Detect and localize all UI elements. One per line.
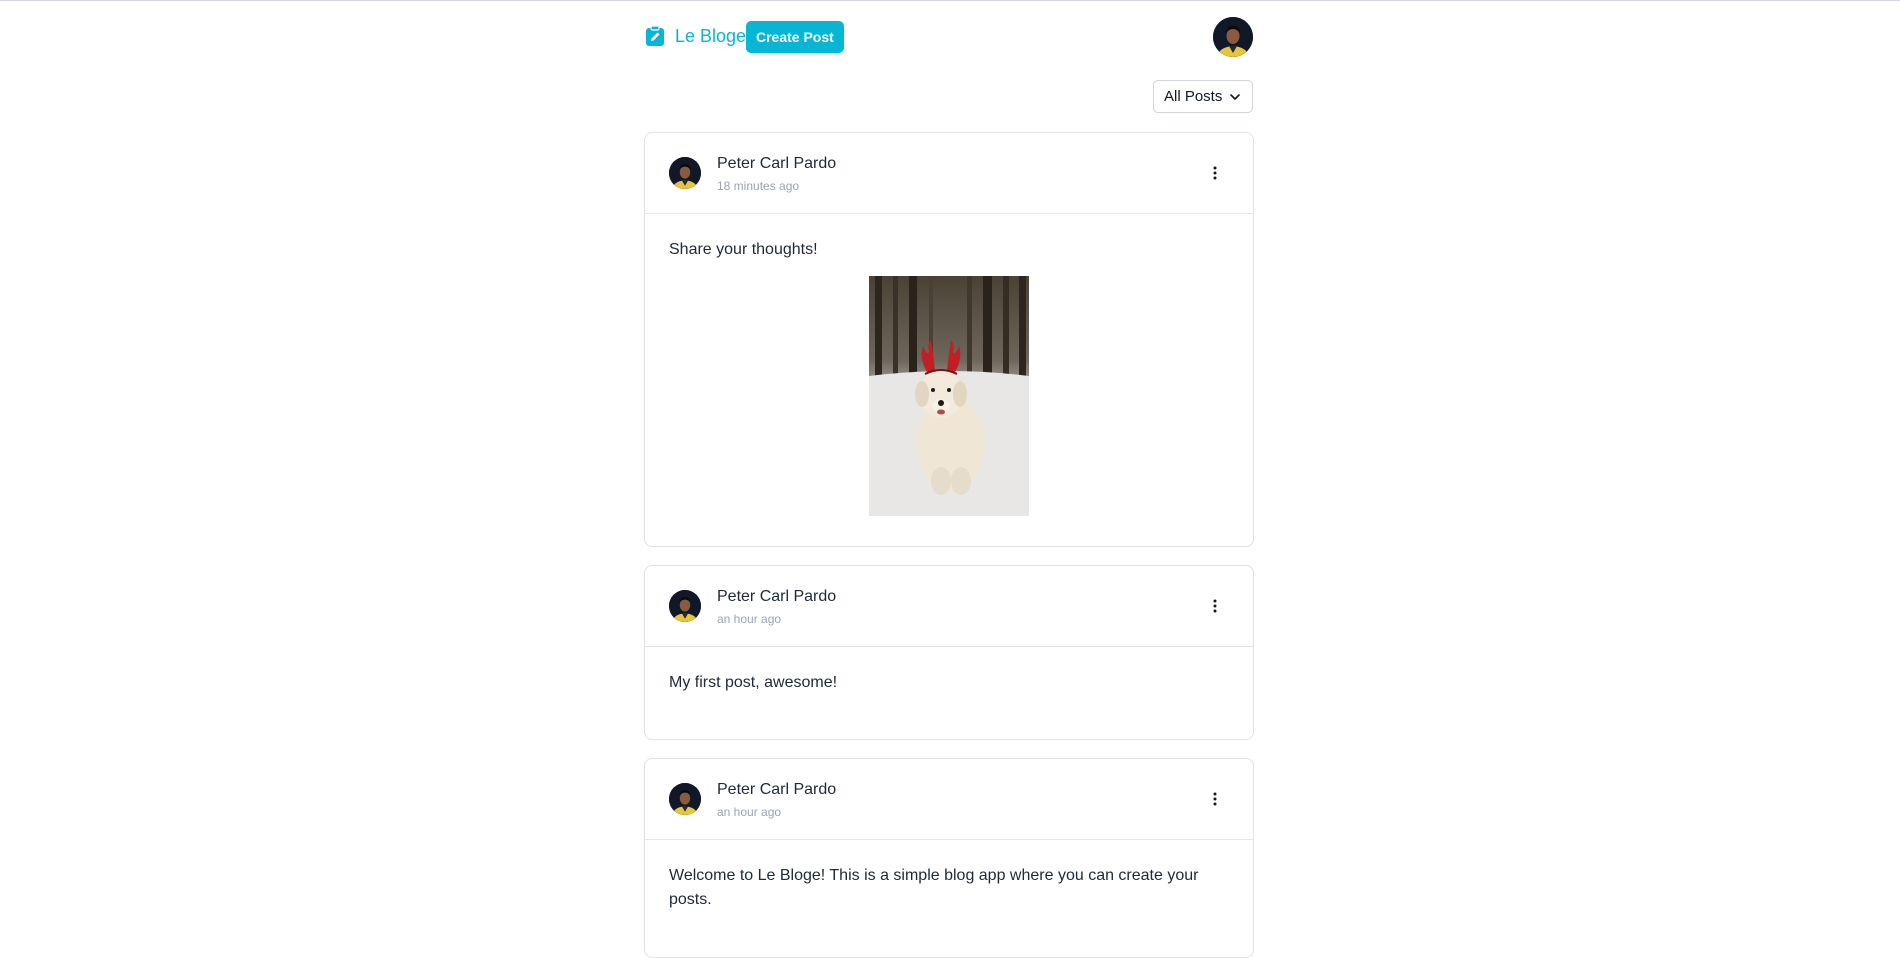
more-options-icon[interactable] (1207, 596, 1223, 616)
post-card: Peter Carl Pardo 18 minutes ago Share yo… (644, 132, 1254, 547)
create-post-button[interactable]: Create Post (746, 21, 844, 53)
more-options-icon[interactable] (1207, 789, 1223, 809)
top-border (0, 0, 1900, 1)
filter-selected-value: All Posts (1164, 88, 1223, 105)
post-time: 18 minutes ago (717, 179, 800, 193)
brand-link[interactable]: Le Bloge (645, 25, 746, 47)
post-content: Welcome to Le Bloge! This is a simple bl… (669, 867, 1199, 908)
user-avatar[interactable] (1213, 17, 1253, 57)
post-filter-select[interactable]: All Posts (1153, 80, 1253, 113)
edit-note-icon (645, 25, 665, 47)
post-header: Peter Carl Pardo 18 minutes ago (645, 133, 1253, 214)
post-image[interactable] (669, 276, 1229, 516)
post-time: an hour ago (717, 612, 782, 626)
post-author[interactable]: Peter Carl Pardo (717, 155, 836, 173)
post-content: Share your thoughts! (669, 241, 818, 258)
more-options-icon[interactable] (1207, 163, 1223, 183)
author-avatar[interactable] (669, 783, 701, 815)
brand-name: Le Bloge (675, 26, 747, 46)
post-header: Peter Carl Pardo an hour ago (645, 759, 1253, 840)
post-author[interactable]: Peter Carl Pardo (717, 588, 836, 606)
post-header: Peter Carl Pardo an hour ago (645, 566, 1253, 647)
post-card: Peter Carl Pardo an hour ago My first po… (644, 565, 1254, 740)
post-author[interactable]: Peter Carl Pardo (717, 781, 836, 799)
author-avatar[interactable] (669, 157, 701, 189)
post-body: Welcome to Le Bloge! This is a simple bl… (645, 840, 1253, 912)
author-avatar[interactable] (669, 590, 701, 622)
post-card: Peter Carl Pardo an hour ago Welcome to … (644, 758, 1254, 958)
post-body: Share your thoughts! (645, 214, 1253, 516)
post-body: My first post, awesome! (645, 647, 1253, 695)
post-content: My first post, awesome! (669, 674, 838, 691)
post-time: an hour ago (717, 805, 782, 819)
app-header: Le Bloge Create Post (644, 17, 1254, 59)
